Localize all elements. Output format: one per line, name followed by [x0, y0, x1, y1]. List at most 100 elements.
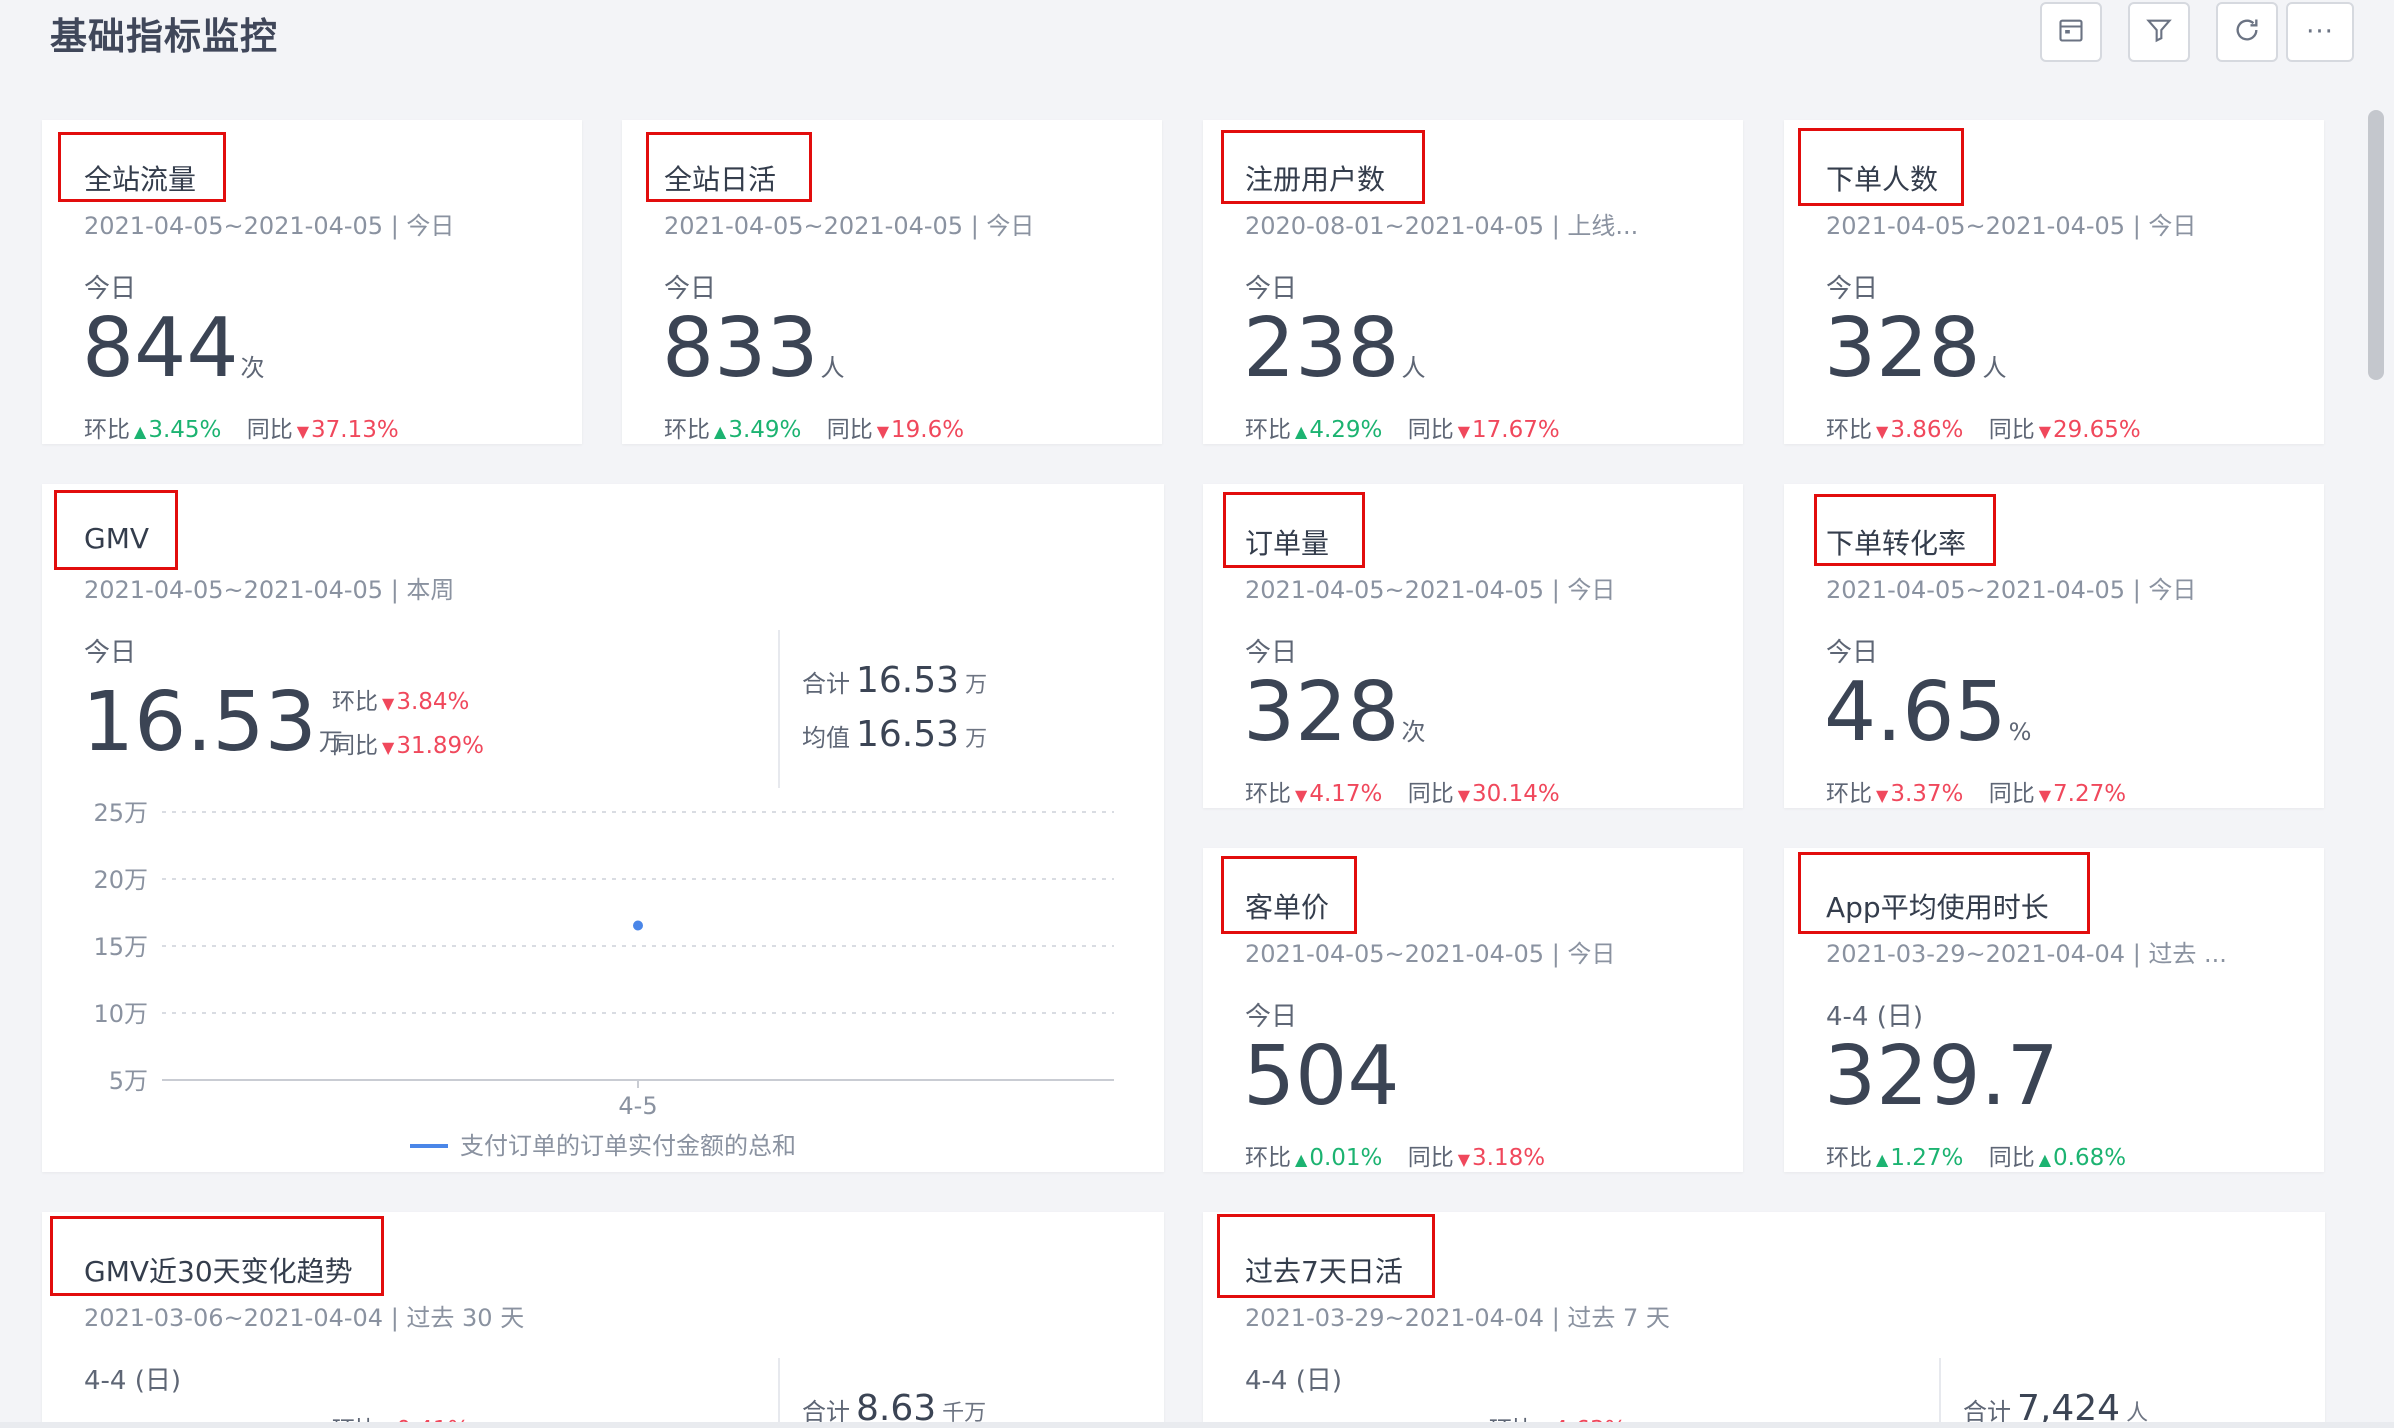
card-dau7[interactable]: 过去7天日活 2021-03-29~2021-04-04 | 过去 7 天 4-… — [1203, 1212, 2325, 1428]
card-traffic[interactable]: 全站流量 2021-04-05~2021-04-05 | 今日 今日 844次 … — [42, 120, 582, 444]
card-app-time[interactable]: App平均使用时长 2021-03-29~2021-04-04 | 过去 ...… — [1784, 848, 2324, 1172]
mom-value: 3.84% — [378, 689, 469, 715]
date-range: 2021-04-05~2021-04-05 | 本周 — [84, 576, 455, 604]
date-range: 2021-04-05~2021-04-05 | 今日 — [664, 212, 1035, 240]
metric-value: 16.53万 — [82, 675, 343, 770]
date-range: 2021-03-29~2021-04-04 | 过去 7 天 — [1245, 1304, 1670, 1332]
compare-row: 环比4.17% 同比30.14% — [1245, 774, 1578, 808]
metric-unit: 次 — [240, 354, 265, 382]
yoy-value: 7.27% — [2035, 781, 2126, 807]
mom-value: 4.29% — [1291, 417, 1382, 443]
yoy-value: 30.14% — [1454, 781, 1560, 807]
y-tick-label: 20万 — [93, 866, 148, 894]
divider — [778, 1358, 780, 1428]
metric-unit: % — [2008, 718, 2032, 746]
x-tick-label: 4-5 — [618, 1092, 657, 1120]
metric-unit: 人 — [820, 354, 845, 382]
yoy-value: 0.68% — [2035, 1145, 2126, 1171]
card-conversion[interactable]: 下单转化率 2021-04-05~2021-04-05 | 今日 今日 4.65… — [1784, 484, 2324, 808]
compare-row: 环比3.37% 同比7.27% — [1826, 774, 2144, 808]
mom-value: 3.45% — [130, 417, 221, 443]
mom-row: 环比3.84% — [332, 682, 469, 716]
avg-line: 均值 16.53 万 — [802, 714, 988, 755]
period-label: 今日 — [1245, 1002, 1298, 1032]
compare-row: 环比3.86% 同比29.65% — [1826, 410, 2159, 444]
date-range: 2021-03-29~2021-04-04 | 过去 ... — [1826, 940, 2227, 968]
page-title: 基础指标监控 — [50, 15, 278, 58]
mom-value: 0.01% — [1291, 1145, 1382, 1171]
period-label: 4-4 (日) — [1826, 1002, 1924, 1032]
date-range: 2021-04-05~2021-04-05 | 今日 — [1245, 940, 1616, 968]
mom-value: 4.17% — [1291, 781, 1382, 807]
metric-value: 329.7 — [1824, 1029, 2059, 1124]
yoy-value: 37.13% — [293, 417, 399, 443]
card-title: 客单价 — [1245, 891, 1330, 924]
metric-value: 504 — [1243, 1029, 1400, 1124]
refresh-icon — [2233, 16, 2261, 48]
period-label: 今日 — [1826, 638, 1879, 668]
card-title: 注册用户数 — [1245, 163, 1386, 196]
metric-value: 833人 — [662, 301, 845, 396]
card-title: 过去7天日活 — [1245, 1255, 1403, 1288]
card-title: 全站日活 — [664, 163, 777, 196]
calendar-icon — [2057, 16, 2085, 48]
y-tick-label: 5万 — [109, 1067, 148, 1095]
more-button[interactable]: ··· — [2286, 2, 2354, 62]
card-gmv30[interactable]: GMV近30天变化趋势 2021-03-06~2021-04-04 | 过去 3… — [42, 1212, 1164, 1428]
card-title: GMV — [84, 522, 150, 555]
card-signups[interactable]: 注册用户数 2020-08-01~2021-04-05 | 上线... 今日 2… — [1203, 120, 1743, 444]
mom-value: 3.86% — [1872, 417, 1963, 443]
date-range: 2021-04-05~2021-04-05 | 今日 — [84, 212, 455, 240]
sum-line: 合计 16.53 万 — [802, 660, 988, 701]
card-orders[interactable]: 订单量 2021-04-05~2021-04-05 | 今日 今日 328次 环… — [1203, 484, 1743, 808]
date-range: 2021-04-05~2021-04-05 | 今日 — [1245, 576, 1616, 604]
card-title: 订单量 — [1245, 527, 1330, 560]
scrollbar[interactable] — [2368, 110, 2384, 380]
filter-button[interactable] — [2128, 2, 2190, 62]
compare-row: 环比4.29% 同比17.67% — [1245, 410, 1578, 444]
compare-row: 环比3.49% 同比19.6% — [664, 410, 982, 444]
period-label: 4-4 (日) — [84, 1366, 182, 1396]
refresh-button[interactable] — [2216, 2, 2278, 62]
divider — [1939, 1358, 1941, 1428]
compare-row: 环比0.01% 同比3.18% — [1245, 1138, 1563, 1172]
mom-value: 3.49% — [710, 417, 801, 443]
metric-value: 328次 — [1243, 665, 1426, 760]
filter-icon — [2145, 16, 2173, 48]
y-tick-label: 15万 — [93, 933, 148, 961]
calendar-button[interactable] — [2040, 2, 2102, 62]
compare-row: 环比1.27% 同比0.68% — [1826, 1138, 2144, 1172]
divider — [778, 630, 780, 788]
mom-value: 3.37% — [1872, 781, 1963, 807]
period-label: 今日 — [664, 274, 717, 304]
card-title: 下单人数 — [1826, 163, 1939, 196]
yoy-value: 17.67% — [1454, 417, 1560, 443]
y-tick-label: 25万 — [93, 800, 148, 827]
card-buyers[interactable]: 下单人数 2021-04-05~2021-04-05 | 今日 今日 328人 … — [1784, 120, 2324, 444]
card-dau[interactable]: 全站日活 2021-04-05~2021-04-05 | 今日 今日 833人 … — [622, 120, 1162, 444]
data-point — [633, 920, 643, 931]
metric-value: 844次 — [82, 301, 265, 396]
date-range: 2021-03-06~2021-04-04 | 过去 30 天 — [84, 1304, 525, 1332]
yoy-value: 29.65% — [2035, 417, 2141, 443]
period-label: 今日 — [1826, 274, 1879, 304]
period-label: 今日 — [84, 638, 137, 668]
bottom-edge — [0, 1422, 2394, 1428]
card-gmv[interactable]: GMV 2021-04-05~2021-04-05 | 本周 今日 16.53万… — [42, 484, 1164, 1172]
yoy-value: 3.18% — [1454, 1145, 1545, 1171]
metric-unit: 次 — [1401, 718, 1426, 746]
card-title: 下单转化率 — [1826, 527, 1967, 560]
y-tick-label: 10万 — [93, 1000, 148, 1028]
legend-label: 支付订单的订单实付金额的总和 — [460, 1132, 796, 1160]
metric-value: 4.65% — [1824, 665, 2032, 760]
date-range: 2020-08-01~2021-04-05 | 上线... — [1245, 212, 1639, 240]
yoy-row: 同比31.89% — [332, 726, 484, 760]
more-icon: ··· — [2306, 17, 2334, 47]
yoy-value: 19.6% — [873, 417, 964, 443]
compare-row: 环比3.45% 同比37.13% — [84, 410, 417, 444]
period-label: 4-4 (日) — [1245, 1366, 1343, 1396]
metric-unit: 人 — [1982, 354, 2007, 382]
card-aov[interactable]: 客单价 2021-04-05~2021-04-05 | 今日 今日 504 环比… — [1203, 848, 1743, 1172]
date-range: 2021-04-05~2021-04-05 | 今日 — [1826, 212, 2197, 240]
period-label: 今日 — [1245, 638, 1298, 668]
